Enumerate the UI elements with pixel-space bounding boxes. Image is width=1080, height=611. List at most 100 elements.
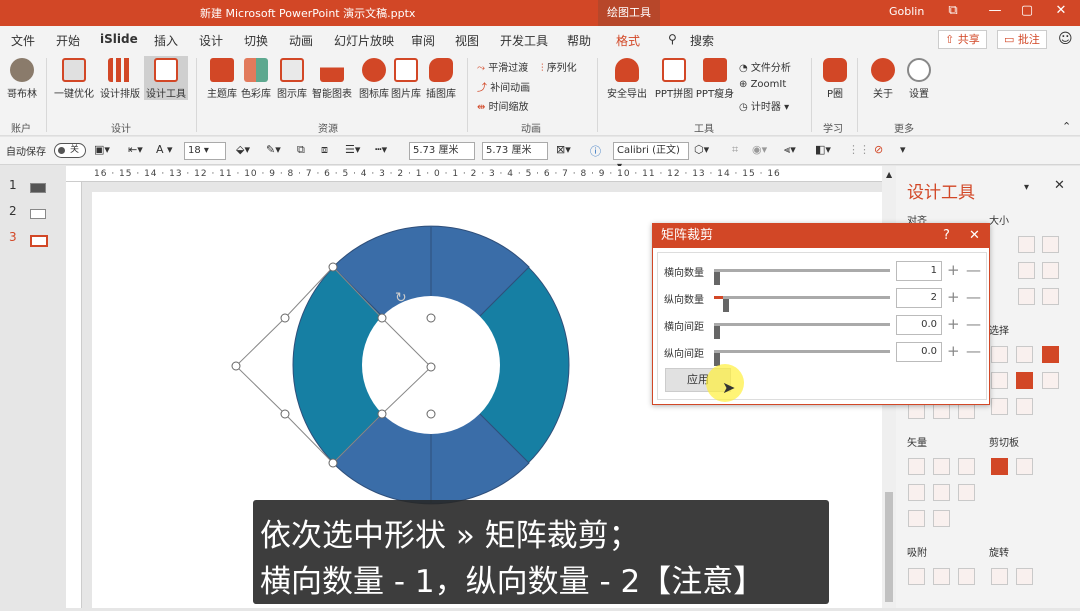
font-size-select[interactable]: 18 ▾ — [184, 142, 226, 160]
settings-button[interactable]: 设置 — [897, 56, 941, 100]
ribbon-display-icon[interactable]: ⧉ — [943, 3, 963, 18]
vector-icon[interactable] — [933, 484, 950, 501]
tween-animation-button[interactable]: ⤴ 补间动画 — [477, 79, 530, 94]
vertical-spacing-input[interactable]: 0.0 — [896, 342, 942, 362]
text-align-icon[interactable]: ⇤▾ — [128, 143, 143, 156]
vector-icon[interactable] — [908, 484, 925, 501]
slider-track[interactable] — [714, 350, 890, 366]
vector-icon[interactable] — [908, 458, 925, 475]
paste-icon[interactable] — [991, 458, 1008, 475]
smart-chart-button[interactable]: 智能图表 — [308, 56, 356, 100]
search-icon[interactable]: ⚲ — [668, 32, 677, 46]
dash-type-icon[interactable]: ┅▾ — [375, 143, 387, 156]
rotate-icon[interactable] — [991, 568, 1008, 585]
slider-track[interactable] — [714, 323, 890, 339]
slider-knob[interactable] — [714, 272, 720, 285]
slide-thumbnail[interactable] — [30, 209, 46, 219]
font-color-icon[interactable]: A ▾ — [156, 143, 173, 156]
autosave-toggle[interactable]: 关 — [54, 143, 86, 158]
timer-button[interactable]: ◷ 计时器 ▾ — [739, 98, 789, 113]
tab-home[interactable]: 开始 — [56, 32, 80, 49]
serialize-button[interactable]: ⫶ 序列化 — [541, 59, 577, 74]
horizontal-spacing-input[interactable]: 0.0 — [896, 315, 942, 335]
snap-icon[interactable] — [908, 568, 925, 585]
clipboard-icon[interactable] — [1016, 458, 1033, 475]
fill-color-icon[interactable]: ⬙▾ — [236, 143, 250, 156]
panel-menu-icon[interactable]: ▾ — [1024, 182, 1029, 193]
select-icon[interactable] — [1016, 346, 1033, 363]
user-name[interactable]: Goblin — [889, 5, 924, 18]
rotate-handle-icon[interactable]: ↻ — [395, 290, 407, 306]
p-circle-button[interactable]: P圈 — [813, 56, 857, 100]
minus-icon[interactable]: — — [966, 342, 981, 360]
shape-select-icon[interactable]: ▣▾ — [94, 143, 110, 156]
font-select[interactable]: Calibri (正文) ▾ — [613, 142, 689, 172]
tab-help[interactable]: 帮助 — [567, 32, 591, 49]
tab-insert[interactable]: 插入 — [154, 32, 178, 49]
size-icon[interactable] — [1018, 288, 1035, 305]
cursor-select-icon[interactable] — [1042, 372, 1059, 389]
size-icon[interactable] — [1042, 288, 1059, 305]
slider-knob[interactable] — [714, 326, 720, 339]
tab-slideshow[interactable]: 幻灯片放映 — [334, 32, 394, 49]
tab-review[interactable]: 审阅 — [411, 32, 435, 49]
tab-animations[interactable]: 动画 — [289, 32, 313, 49]
height-field[interactable]: 5.73 厘米 — [482, 142, 548, 160]
ppt-collage-button[interactable]: PPT拼图 — [651, 56, 697, 100]
comment-button[interactable]: ▭ 批注 — [997, 30, 1047, 49]
zoomit-button[interactable]: ⊕ ZoomIt — [739, 79, 786, 90]
horizontal-count-input[interactable]: 1 — [896, 261, 942, 281]
search-label[interactable]: 搜索 — [690, 32, 714, 49]
slide-thumbnail-active[interactable] — [30, 235, 48, 247]
slider-track[interactable] — [714, 296, 890, 312]
minus-icon[interactable]: — — [966, 315, 981, 333]
slider-track[interactable] — [714, 269, 890, 285]
smooth-transition-button[interactable]: ⤳ 平滑过渡 — [477, 59, 528, 74]
file-analysis-button[interactable]: ◔ 文件分析 — [739, 59, 791, 74]
effects-icon[interactable]: ◉▾ — [752, 143, 767, 156]
select-icon[interactable] — [991, 398, 1008, 415]
smiley-icon[interactable]: ☺ — [1058, 31, 1073, 47]
select-icon[interactable] — [991, 346, 1008, 363]
snap-icon[interactable] — [933, 568, 950, 585]
crop-icon[interactable]: ⊠▾ — [556, 143, 571, 156]
size-icon[interactable] — [1042, 236, 1059, 253]
crop-tool-icon[interactable]: ⌗ — [732, 143, 738, 157]
minus-icon[interactable]: — — [966, 261, 981, 279]
rotate-icon[interactable] — [1016, 568, 1033, 585]
align-icon[interactable]: ⧈ — [321, 143, 328, 157]
select-icon[interactable] — [991, 372, 1008, 389]
minus-icon[interactable]: — — [966, 288, 981, 306]
share-button[interactable]: ⇧ 共享 — [938, 30, 987, 49]
plus-icon[interactable]: + — [947, 261, 960, 279]
group-icon[interactable]: ◧▾ — [815, 143, 831, 156]
one-click-optimize-button[interactable]: 一键优化 — [52, 56, 96, 100]
outline-icon[interactable]: ✎▾ — [266, 143, 281, 156]
safe-export-button[interactable]: 安全导出 — [604, 56, 650, 100]
tab-design[interactable]: 设计 — [199, 32, 223, 49]
tab-developer[interactable]: 开发工具 — [500, 32, 548, 49]
vector-icon[interactable] — [933, 510, 950, 527]
ppt-slim-button[interactable]: PPT瘦身 — [692, 56, 738, 100]
close-button[interactable]: ✕ — [1051, 3, 1071, 18]
minimize-button[interactable]: — — [985, 3, 1005, 18]
select-icon[interactable] — [1016, 372, 1033, 389]
vertical-count-input[interactable]: 2 — [896, 288, 942, 308]
plus-icon[interactable]: + — [947, 342, 960, 360]
grid-toggle-icon[interactable]: ⋮⋮ — [848, 143, 870, 156]
size-icon[interactable] — [1042, 262, 1059, 279]
select-icon[interactable] — [1042, 346, 1059, 363]
help-icon[interactable]: ⓘ — [590, 143, 601, 159]
collapse-ribbon-icon[interactable]: ⌃ — [1062, 120, 1071, 133]
slider-knob[interactable] — [722, 299, 729, 312]
vector-icon[interactable] — [933, 458, 950, 475]
plus-icon[interactable]: + — [947, 288, 960, 306]
design-tools-button[interactable]: 设计工具 — [144, 56, 188, 100]
distribute-icon[interactable]: ⫷▾ — [784, 143, 796, 157]
snap-icon[interactable] — [958, 568, 975, 585]
tab-islide[interactable]: iSlide — [100, 32, 138, 46]
scroll-up-icon[interactable]: ▲ — [886, 170, 892, 179]
width-field[interactable]: 5.73 厘米 — [409, 142, 475, 160]
dialog-help-button[interactable]: ? — [943, 224, 950, 248]
dialog-close-button[interactable]: ✕ — [969, 224, 980, 248]
